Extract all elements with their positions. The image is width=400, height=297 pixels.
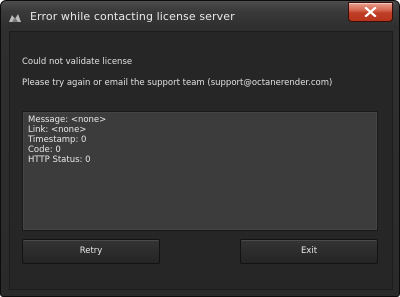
- close-icon: [364, 7, 377, 17]
- error-summary: Could not validate license: [22, 57, 133, 67]
- details-code: Code: 0: [28, 145, 61, 155]
- details-link: Link: <none>: [28, 125, 87, 135]
- retry-button[interactable]: Retry: [22, 239, 160, 264]
- details-timestamp: Timestamp: 0: [28, 135, 87, 145]
- window-title: Error while contacting license server: [30, 10, 235, 23]
- error-details-box[interactable]: Message: <none> Link: <none> Timestamp: …: [22, 111, 378, 231]
- details-message: Message: <none>: [28, 115, 107, 125]
- exit-button[interactable]: Exit: [240, 239, 378, 264]
- close-button[interactable]: [348, 2, 393, 22]
- details-http-status: HTTP Status: 0: [28, 155, 91, 165]
- octane-app-icon: [8, 10, 22, 24]
- title-bar[interactable]: Error while contacting license server: [1, 1, 399, 31]
- dialog-content: Could not validate license Please try ag…: [9, 31, 393, 290]
- dialog-window: Error while contacting license server Co…: [0, 0, 400, 297]
- support-instructions: Please try again or email the support te…: [22, 78, 333, 88]
